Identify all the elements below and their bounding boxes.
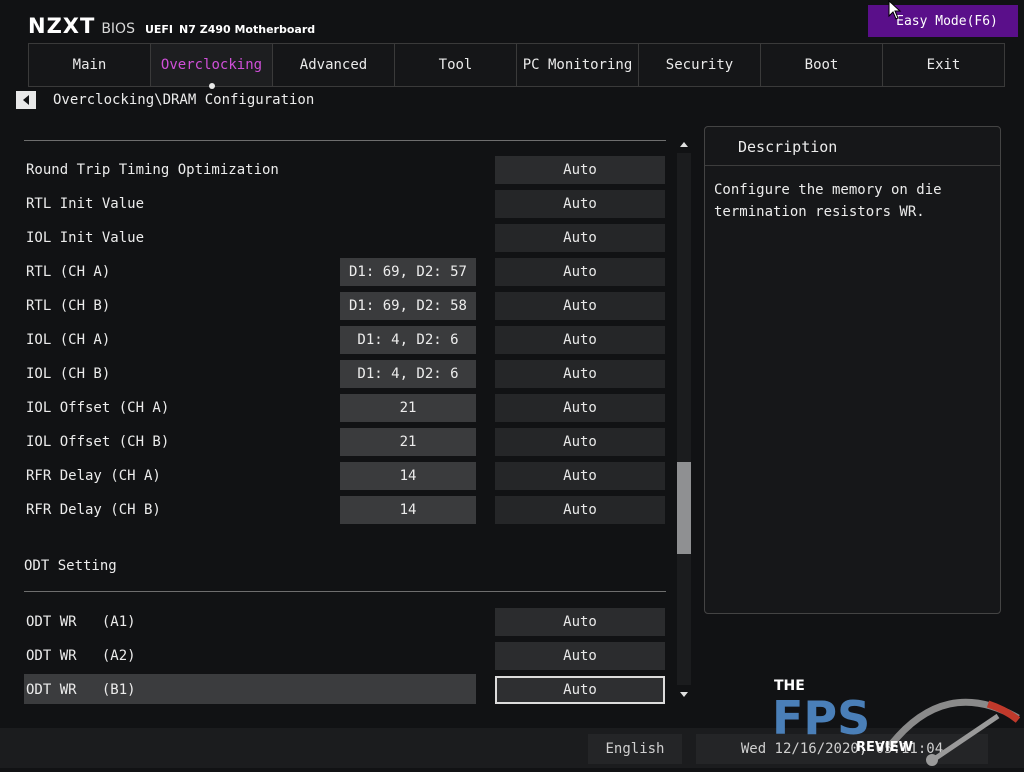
nzxt-bios-logo: NZXT BIOS UEFI N7 Z490 Motherboard — [28, 14, 315, 38]
setting-value-dropdown[interactable]: Auto — [495, 292, 665, 320]
setting-current-readout: 14 — [340, 462, 476, 490]
description-title: Description — [738, 138, 838, 156]
tab-overclocking[interactable]: Overclocking — [150, 44, 272, 89]
setting-value-dropdown[interactable]: Auto — [495, 360, 665, 388]
setting-label: ODT WR (A2) — [26, 648, 136, 664]
setting-label: ODT WR (A1) — [26, 614, 136, 630]
tab-boot[interactable]: Boot — [760, 44, 882, 86]
setting-value-dropdown[interactable]: Auto — [495, 224, 665, 252]
setting-value-dropdown[interactable]: Auto — [495, 676, 665, 704]
odt-setting-row[interactable]: ODT WR (B1) Auto — [24, 674, 666, 704]
setting-row[interactable]: IOL Offset (CH B) 21 Auto — [24, 428, 666, 456]
scroll-up-arrow-icon[interactable] — [676, 137, 692, 151]
setting-row[interactable]: RFR Delay (CH B) 14 Auto — [24, 496, 666, 524]
bios-label: BIOS — [101, 21, 135, 37]
setting-row[interactable]: RTL (CH A) D1: 69, D2: 57 Auto — [24, 258, 666, 286]
watermark-review: REVIEW — [856, 740, 913, 755]
setting-row[interactable]: IOL Offset (CH A) 21 Auto — [24, 394, 666, 422]
setting-label: RTL (CH A) — [26, 264, 111, 280]
setting-label: IOL Offset (CH A) — [26, 400, 170, 416]
tab-pc-monitoring[interactable]: PC Monitoring — [516, 44, 638, 86]
uefi-label: UEFI — [144, 23, 174, 36]
motherboard-model: N7 Z490 Motherboard — [179, 23, 316, 36]
tab-tool[interactable]: Tool — [394, 44, 516, 86]
setting-current-readout: 14 — [340, 496, 476, 524]
scroll-down-arrow-icon[interactable] — [676, 687, 692, 701]
scrollbar-thumb[interactable] — [677, 462, 691, 554]
setting-current-readout: D1: 69, D2: 58 — [340, 292, 476, 320]
setting-value-dropdown[interactable]: Auto — [495, 394, 665, 422]
main-tab-bar: Main Overclocking Advanced Tool PC Monitorin… — [28, 43, 1005, 89]
setting-label: Round Trip Timing Optimization — [26, 162, 279, 178]
brand-name: NZXT — [28, 14, 96, 38]
setting-row[interactable]: RTL Init Value Auto — [24, 190, 666, 218]
tab-exit[interactable]: Exit — [882, 44, 1005, 86]
setting-label: IOL (CH B) — [26, 366, 111, 382]
setting-label: RFR Delay (CH B) — [26, 502, 161, 518]
setting-value-dropdown[interactable]: Auto — [495, 326, 665, 354]
back-arrow-icon[interactable] — [16, 91, 36, 109]
tab-main[interactable]: Main — [28, 44, 150, 86]
breadcrumb: Overclocking\DRAM Configuration — [53, 92, 315, 108]
scrollbar-track[interactable] — [677, 153, 691, 685]
setting-current-readout: 21 — [340, 428, 476, 456]
setting-label: IOL (CH A) — [26, 332, 111, 348]
odt-section-divider — [24, 591, 666, 592]
setting-current-readout: D1: 4, D2: 6 — [340, 360, 476, 388]
setting-value-dropdown[interactable]: Auto — [495, 258, 665, 286]
setting-label: RFR Delay (CH A) — [26, 468, 161, 484]
setting-row[interactable]: RFR Delay (CH A) 14 Auto — [24, 462, 666, 490]
tab-security[interactable]: Security — [638, 44, 760, 86]
fps-review-watermark-logo: THE FPS REVIEW — [770, 676, 1021, 768]
setting-label: RTL (CH B) — [26, 298, 111, 314]
description-panel: Description Configure the memory on die … — [704, 126, 1001, 614]
setting-current-readout: D1: 4, D2: 6 — [340, 326, 476, 354]
setting-label: ODT WR (B1) — [26, 682, 136, 698]
setting-label: RTL Init Value — [26, 196, 145, 212]
language-selector[interactable]: English — [588, 734, 682, 764]
setting-label: IOL Init Value — [26, 230, 145, 246]
setting-value-dropdown[interactable]: Auto — [495, 190, 665, 218]
setting-value-dropdown[interactable]: Auto — [495, 642, 665, 670]
setting-row[interactable]: RTL (CH B) D1: 69, D2: 58 Auto — [24, 292, 666, 320]
setting-value-dropdown[interactable]: Auto — [495, 156, 665, 184]
odt-setting-row[interactable]: ODT WR (A2) Auto — [24, 642, 666, 670]
description-text: Configure the memory on die termination … — [714, 182, 942, 220]
setting-row[interactable]: IOL Init Value Auto — [24, 224, 666, 252]
odt-section-title: ODT Setting — [24, 558, 117, 574]
watermark-fps: FPS — [772, 691, 870, 745]
setting-value-dropdown[interactable]: Auto — [495, 428, 665, 456]
odt-setting-row[interactable]: ODT WR (A1) Auto — [24, 608, 666, 636]
setting-value-dropdown[interactable]: Auto — [495, 496, 665, 524]
setting-row[interactable]: Round Trip Timing Optimization Auto — [24, 156, 666, 184]
setting-value-dropdown[interactable]: Auto — [495, 608, 665, 636]
setting-current-readout: 21 — [340, 394, 476, 422]
tab-advanced[interactable]: Advanced — [272, 44, 394, 86]
setting-label: IOL Offset (CH B) — [26, 434, 170, 450]
setting-value-dropdown[interactable]: Auto — [495, 462, 665, 490]
setting-current-readout: D1: 69, D2: 57 — [340, 258, 476, 286]
setting-row[interactable]: IOL (CH B) D1: 4, D2: 6 Auto — [24, 360, 666, 388]
setting-row[interactable]: IOL (CH A) D1: 4, D2: 6 Auto — [24, 326, 666, 354]
list-top-divider — [24, 140, 666, 141]
description-header: Description — [705, 127, 1000, 166]
